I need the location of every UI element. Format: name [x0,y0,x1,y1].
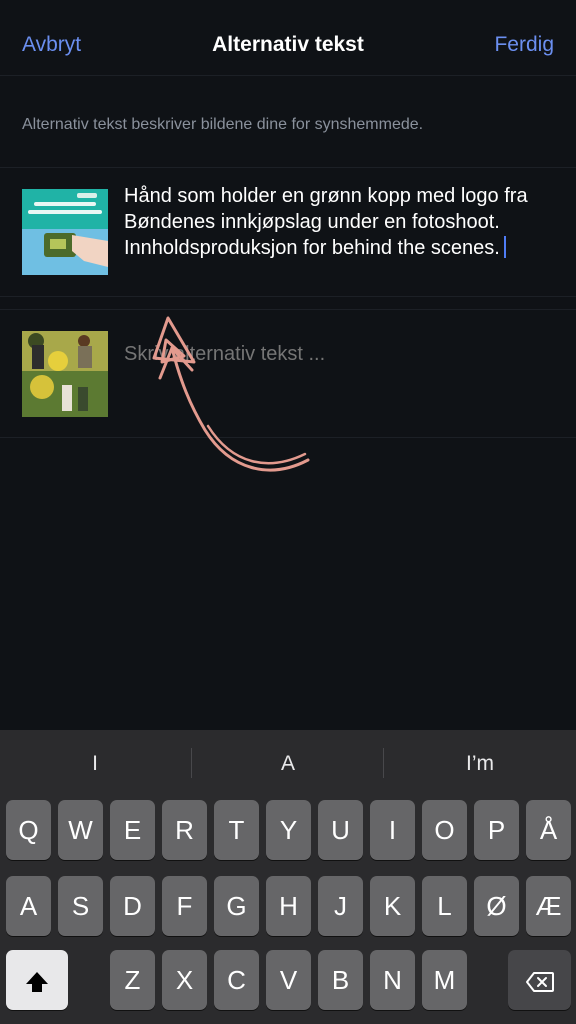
suggestion-item[interactable]: I’m [385,752,575,776]
key[interactable]: O [422,800,467,860]
key[interactable]: D [110,876,155,936]
key[interactable]: B [318,950,363,1010]
key[interactable]: G [214,876,259,936]
key[interactable]: A [6,876,51,936]
key[interactable]: X [162,950,207,1010]
suggestion-item[interactable]: A [193,752,383,776]
divider [0,167,576,168]
text-cursor [503,236,506,258]
key[interactable]: Q [6,800,51,860]
key[interactable]: Æ [526,876,571,936]
key[interactable]: M [422,950,467,1010]
key[interactable]: J [318,876,363,936]
key[interactable]: L [422,876,467,936]
key[interactable]: R [162,800,207,860]
key[interactable]: I [370,800,415,860]
backspace-key[interactable] [508,950,571,1010]
key[interactable]: V [266,950,311,1010]
page-title: Alternativ tekst [212,33,364,56]
key[interactable]: S [58,876,103,936]
hand-drawn-arrow-icon [152,316,310,472]
key[interactable]: F [162,876,207,936]
key[interactable]: C [214,950,259,1010]
nav-header: Avbryt Alternativ tekst Ferdig [0,0,576,76]
backspace-icon [525,972,554,993]
key[interactable]: W [58,800,103,860]
suggestion-divider [191,748,192,778]
suggestion-bar: I A I’m [0,730,576,796]
fotoshoot-thumbnail-image [22,189,108,275]
key[interactable]: T [214,800,259,860]
suggestion-item[interactable]: I [0,752,190,776]
key[interactable]: Å [526,800,571,860]
key[interactable]: H [266,876,311,936]
key[interactable]: K [370,876,415,936]
key[interactable]: P [474,800,519,860]
hint-text: Alternativ tekst beskriver bildene dine … [22,116,424,133]
key[interactable]: Ø [474,876,519,936]
done-button[interactable]: Ferdig [494,33,554,57]
alt-text-value: Hånd som holder en grønn kopp med logo f… [124,185,528,259]
shift-icon [26,972,48,993]
divider [0,296,576,297]
key[interactable]: Y [266,800,311,860]
outdoor-people-thumbnail-image [22,331,108,417]
key[interactable]: Z [110,950,155,1010]
key[interactable]: U [318,800,363,860]
shift-key[interactable] [6,950,68,1010]
alt-text-field[interactable]: Hånd som holder en grønn kopp med logo f… [124,183,544,261]
keyboard: I A I’m Q W E R T Y U I O P Å A S D F G … [0,730,576,1024]
suggestion-divider [383,748,384,778]
key[interactable]: N [370,950,415,1010]
key[interactable]: E [110,800,155,860]
